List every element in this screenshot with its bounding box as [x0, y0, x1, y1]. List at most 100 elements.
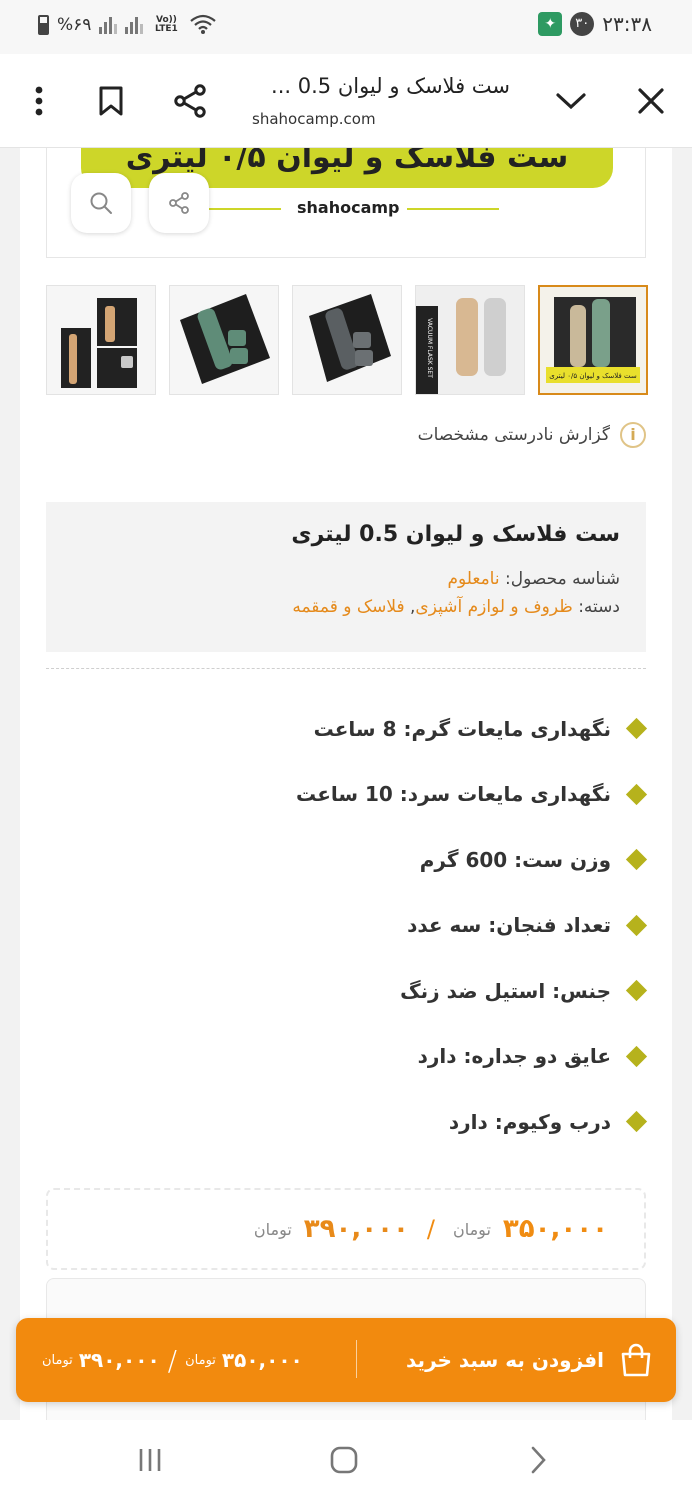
- browser-toolbar: ست فلاسک و لیوان 0.5 ... shahocamp.com: [0, 54, 692, 148]
- price-unit-2: تومان: [253, 1219, 292, 1239]
- feature-text: نگهداری مایعات گرم: 8 ساعت: [313, 716, 611, 741]
- bullet-diamond-icon: [625, 849, 648, 871]
- feature-item: نگهداری مایعات سرد: 10 ساعت: [88, 762, 648, 828]
- category-label: دسته:: [578, 597, 620, 617]
- page-url[interactable]: shahocamp.com: [252, 110, 376, 128]
- thumbnail-3[interactable]: [292, 285, 402, 395]
- add-to-cart-label: افزودن به سبد خرید: [406, 1348, 604, 1372]
- zoom-button[interactable]: [71, 173, 131, 233]
- add-to-cart-button[interactable]: افزودن به سبد خرید تومان ۳۹۰,۰۰۰ / تومان…: [16, 1318, 676, 1402]
- cart-divider: [356, 1340, 357, 1378]
- feature-item: عایق دو جداره: دارد: [88, 1024, 648, 1090]
- report-link[interactable]: i گزارش نادرستی مشخصات: [418, 422, 646, 448]
- thumbnail-1[interactable]: ست فلاسک و لیوان ۰/۵ لیتری: [538, 285, 648, 395]
- status-right: ✦ ۳۰ ۲۳:۳۸: [538, 12, 652, 36]
- bullet-diamond-icon: [625, 783, 648, 805]
- cart-price-new: ۳۵۰,۰۰۰: [221, 1348, 303, 1372]
- sku-row: شناسه محصول: نامعلوم: [66, 569, 620, 589]
- bookmark-button[interactable]: [86, 76, 136, 126]
- product-image-main[interactable]: ست فلاسک و لیوان ۰/۵ لیتری shahocamp: [46, 148, 646, 258]
- notification-count: ۳۰: [570, 12, 595, 36]
- clock: ۲۳:۳۸: [602, 12, 652, 36]
- back-button[interactable]: [516, 1440, 560, 1480]
- battery-icon: [38, 15, 49, 35]
- price-box: ۳۵۰,۰۰۰ تومان / ۳۹۰,۰۰۰ تومان: [46, 1188, 646, 1270]
- feature-text: نگهداری مایعات سرد: 10 ساعت: [296, 782, 611, 807]
- bookmark-icon: [99, 86, 123, 116]
- thumbnail-5[interactable]: [46, 285, 156, 395]
- lte-label: Vo)) LTE1: [155, 15, 178, 34]
- back-chevron-icon: [531, 1446, 546, 1474]
- feature-item: جنس: استیل ضد زنگ: [88, 958, 648, 1024]
- share-icon: [169, 192, 189, 214]
- thumbnail-caption: ست فلاسک و لیوان ۰/۵ لیتری: [549, 372, 637, 380]
- feature-text: عایق دو جداره: دارد: [417, 1044, 611, 1069]
- price-separator: /: [426, 1215, 435, 1243]
- close-button[interactable]: [626, 76, 676, 126]
- feature-item: وزن ست: 600 گرم: [88, 827, 648, 893]
- status-bar: %۶۹ Vo)) LTE1 ✦ ۳۰ ۲۳:۳۸: [0, 0, 692, 54]
- battery-percent: %۶۹: [57, 15, 92, 35]
- thumbnail-4[interactable]: [169, 285, 279, 395]
- signal-icon: [99, 16, 118, 34]
- feature-item: درب وکیوم: دارد: [88, 1089, 648, 1155]
- more-vert-icon: [35, 86, 43, 116]
- image-share-button[interactable]: [149, 173, 209, 233]
- sku-label: شناسه محصول:: [505, 569, 620, 589]
- price-current: ۳۵۰,۰۰۰: [502, 1214, 608, 1244]
- category-row: دسته: ظروف و لوازم آشپزی, فلاسک و قمقمه: [66, 597, 620, 617]
- product-info-box: ست فلاسک و لیوان 0.5 لیتری شناسه محصول: …: [46, 502, 646, 652]
- feature-item: نگهداری مایعات گرم: 8 ساعت: [88, 696, 648, 762]
- cart-unit-new: تومان: [185, 1352, 216, 1368]
- status-left: %۶۹ Vo)) LTE1: [38, 14, 217, 36]
- recents-button[interactable]: [128, 1440, 172, 1480]
- feature-text: وزن ست: 600 گرم: [419, 847, 611, 872]
- cart-unit-old: تومان: [42, 1352, 73, 1368]
- cart-separator: /: [167, 1343, 178, 1377]
- recents-icon: [139, 1449, 161, 1471]
- wifi-icon: [190, 14, 217, 34]
- section-divider: [46, 668, 646, 669]
- home-button[interactable]: [322, 1440, 366, 1480]
- cart-prices: تومان ۳۹۰,۰۰۰ / تومان ۳۵۰,۰۰۰: [42, 1318, 303, 1402]
- bullet-diamond-icon: [625, 1045, 648, 1067]
- thumbnail-image: [170, 286, 278, 394]
- system-nav-bar: [0, 1420, 692, 1500]
- share-button[interactable]: [165, 76, 215, 126]
- expand-button[interactable]: [546, 76, 596, 126]
- feature-list: نگهداری مایعات گرم: 8 ساعت نگهداری مایعا…: [88, 696, 648, 1155]
- thumbnail-strip: ست فلاسک و لیوان ۰/۵ لیتری VACUUM FLASK …: [46, 285, 648, 395]
- thumbnail-caption: VACUUM FLASK SET: [426, 318, 433, 378]
- thumbnail-2[interactable]: VACUUM FLASK SET: [415, 285, 525, 395]
- shopping-bag-icon: [621, 1343, 651, 1377]
- banner-brand: shahocamp: [297, 198, 400, 217]
- category-link-2[interactable]: فلاسک و قمقمه: [292, 597, 404, 617]
- page-content: ست فلاسک و لیوان ۰/۵ لیتری shahocamp ست …: [20, 148, 672, 1420]
- thumbnail-image: [293, 286, 401, 394]
- report-text: گزارش نادرستی مشخصات: [417, 425, 610, 445]
- product-title: ست فلاسک و لیوان 0.5 لیتری: [291, 522, 620, 547]
- price-previous: ۳۹۰,۰۰۰: [303, 1214, 409, 1244]
- search-icon: [90, 192, 112, 214]
- banner-line-left: [207, 208, 281, 210]
- chevron-down-icon: [556, 93, 586, 110]
- home-icon: [330, 1446, 358, 1474]
- bullet-diamond-icon: [625, 1111, 648, 1133]
- thumbnail-image: [47, 286, 155, 394]
- thumbnail-image: VACUUM FLASK SET: [416, 286, 524, 394]
- bullet-diamond-icon: [625, 914, 648, 936]
- feature-text: جنس: استیل ضد زنگ: [400, 978, 611, 1003]
- share-icon: [174, 84, 206, 118]
- info-icon: i: [620, 422, 646, 448]
- cart-price-old: ۳۹۰,۰۰۰: [78, 1348, 160, 1372]
- page-title: ست فلاسک و لیوان 0.5 ...: [271, 74, 510, 98]
- feature-item: تعداد فنجان: سه عدد: [88, 893, 648, 959]
- sku-value: نامعلوم: [447, 569, 500, 589]
- bullet-diamond-icon: [625, 980, 648, 1002]
- category-link-1[interactable]: ظروف و لوازم آشپزی: [415, 597, 572, 617]
- feature-text: درب وکیوم: دارد: [448, 1109, 611, 1134]
- bullet-diamond-icon: [625, 718, 648, 740]
- feature-text: تعداد فنجان: سه عدد: [407, 913, 611, 938]
- more-menu-button[interactable]: [14, 76, 64, 126]
- thumbnail-image: ست فلاسک و لیوان ۰/۵ لیتری: [540, 287, 646, 393]
